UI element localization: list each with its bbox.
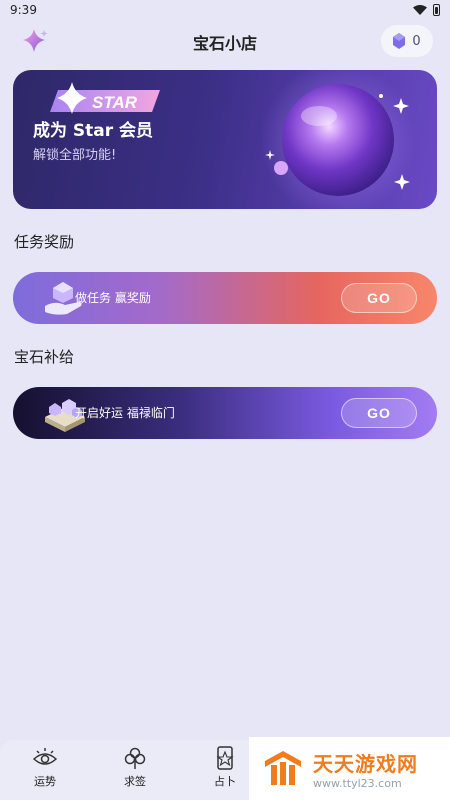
nav-item-fortune[interactable]: 运势 xyxy=(15,746,75,796)
star-banner-subtitle: 解锁全部功能! xyxy=(33,148,117,163)
gem-go-button[interactable]: GO xyxy=(341,398,417,428)
header: 宝石小店 0 xyxy=(0,22,450,62)
clover-icon xyxy=(124,747,146,769)
eye-icon xyxy=(32,748,58,765)
watermark-logo-icon xyxy=(265,750,301,785)
wifi-icon xyxy=(413,5,427,15)
status-bar: 9:39 xyxy=(0,0,450,20)
watermark-url: www.ttyl23.com xyxy=(313,776,402,790)
gem-counter[interactable]: 0 xyxy=(381,25,433,57)
gem-supply-card[interactable]: 开启好运 福禄临门 GO xyxy=(13,387,437,439)
gem-icon xyxy=(393,33,406,49)
nav-item-lot[interactable]: 求签 xyxy=(105,746,165,796)
status-time: 9:39 xyxy=(10,3,37,17)
watermark-name: 天天游戏网 xyxy=(313,751,418,776)
tarot-card-icon xyxy=(216,746,234,770)
nav-label-lot: 求签 xyxy=(124,775,146,788)
battery-icon xyxy=(433,4,440,16)
gem-count: 0 xyxy=(412,33,421,49)
status-icons xyxy=(413,4,440,16)
task-reward-card[interactable]: 做任务 赢奖励 GO xyxy=(13,272,437,324)
watermark: 天天游戏网 www.ttyl23.com xyxy=(249,737,450,800)
task-section-title: 任务奖励 xyxy=(14,233,75,251)
task-card-label: 做任务 赢奖励 xyxy=(75,291,151,305)
star-badge-label: STAR xyxy=(92,93,138,112)
star-banner-title: 成为 Star 会员 xyxy=(33,121,154,141)
nav-label-divination: 占卜 xyxy=(214,775,236,788)
gem-card-label: 开启好运 福禄临门 xyxy=(75,406,175,420)
gem-section-title: 宝石补给 xyxy=(14,348,75,366)
nav-label-fortune: 运势 xyxy=(34,775,56,788)
star-membership-banner[interactable]: STAR 成为 Star 会员 解锁全部功能! xyxy=(13,70,437,209)
task-go-button[interactable]: GO xyxy=(341,283,417,313)
watermark-text: 天天游戏网 www.ttyl23.com xyxy=(313,748,418,790)
sparkle-icon[interactable] xyxy=(20,26,50,56)
nav-item-divination[interactable]: 占卜 xyxy=(195,746,255,796)
